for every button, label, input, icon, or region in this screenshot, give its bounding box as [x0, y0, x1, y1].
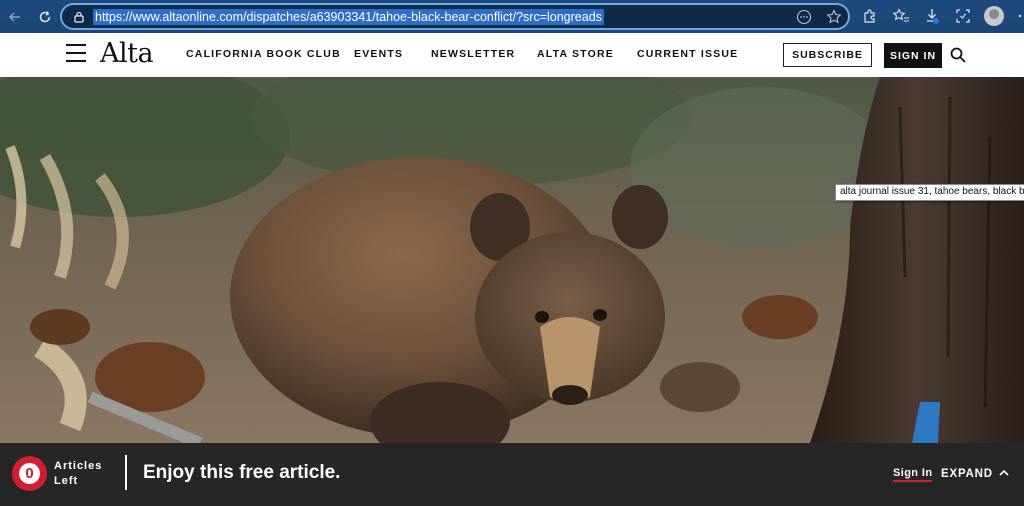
- search-icon[interactable]: [950, 47, 966, 63]
- favorites-button[interactable]: [891, 4, 911, 28]
- image-tooltip: alta journal issue 31, tahoe bears, blac…: [835, 184, 1024, 201]
- paywall-bar: 0 Articles Left Enjoy this free article.…: [0, 443, 1024, 506]
- favorites-list-icon: [892, 8, 909, 22]
- menu-icon[interactable]: [66, 44, 86, 62]
- refresh-button[interactable]: [30, 2, 60, 32]
- articles-left-line1: Articles: [54, 460, 103, 472]
- articles-left-label: Articles Left: [54, 459, 102, 489]
- nav-current-issue[interactable]: CURRENT ISSUE: [637, 48, 738, 60]
- more-options-icon[interactable]: [796, 9, 812, 25]
- articles-count: 0: [19, 463, 40, 484]
- refresh-icon: [39, 10, 51, 22]
- chevron-up-icon[interactable]: [998, 468, 1010, 478]
- free-article-message: Enjoy this free article.: [143, 462, 341, 483]
- ellipsis-icon: [1018, 14, 1024, 18]
- extensions-button[interactable]: [860, 4, 880, 28]
- nav-events[interactable]: EVENTS: [354, 48, 403, 60]
- screenshot-button[interactable]: [953, 4, 973, 28]
- favorite-star-icon[interactable]: [826, 9, 842, 25]
- sign-in-button[interactable]: SIGN IN: [884, 43, 942, 68]
- articles-count-badge: 0: [12, 456, 47, 491]
- nav-california-book-club[interactable]: CALIFORNIA BOOK CLUB: [186, 48, 341, 60]
- divider: [125, 455, 127, 490]
- arrow-left-icon: [8, 11, 20, 22]
- profile-button[interactable]: [984, 4, 1004, 28]
- browser-toolbar: https://www.altaonline.com/dispatches/a6…: [0, 0, 1024, 33]
- avatar: [984, 6, 1004, 26]
- download-icon: [927, 9, 939, 24]
- downloads-button[interactable]: [922, 4, 942, 28]
- hero-image: alta journal issue 31, tahoe bears, blac…: [0, 77, 1024, 443]
- browser-menu-button[interactable]: [1015, 4, 1024, 28]
- puzzle-icon: [864, 9, 875, 23]
- paywall-sign-in-link[interactable]: Sign In: [893, 467, 933, 482]
- address-bar[interactable]: https://www.altaonline.com/dispatches/a6…: [60, 3, 850, 30]
- articles-left-line2: Left: [54, 475, 79, 487]
- subscribe-button[interactable]: SUBSCRIBE: [783, 43, 872, 67]
- expand-button[interactable]: EXPAND: [941, 468, 993, 480]
- url-text[interactable]: https://www.altaonline.com/dispatches/a6…: [93, 8, 604, 25]
- nav-alta-store[interactable]: ALTA STORE: [537, 48, 614, 60]
- back-button[interactable]: [0, 2, 30, 32]
- site-logo[interactable]: Alta: [100, 38, 154, 69]
- screenshot-icon: [956, 9, 970, 23]
- site-header: Alta CALIFORNIA BOOK CLUB EVENTS NEWSLET…: [0, 33, 1024, 77]
- nav-newsletter[interactable]: NEWSLETTER: [431, 48, 515, 60]
- site-info-icon[interactable]: [71, 9, 87, 25]
- bear-photo: [0, 77, 1024, 443]
